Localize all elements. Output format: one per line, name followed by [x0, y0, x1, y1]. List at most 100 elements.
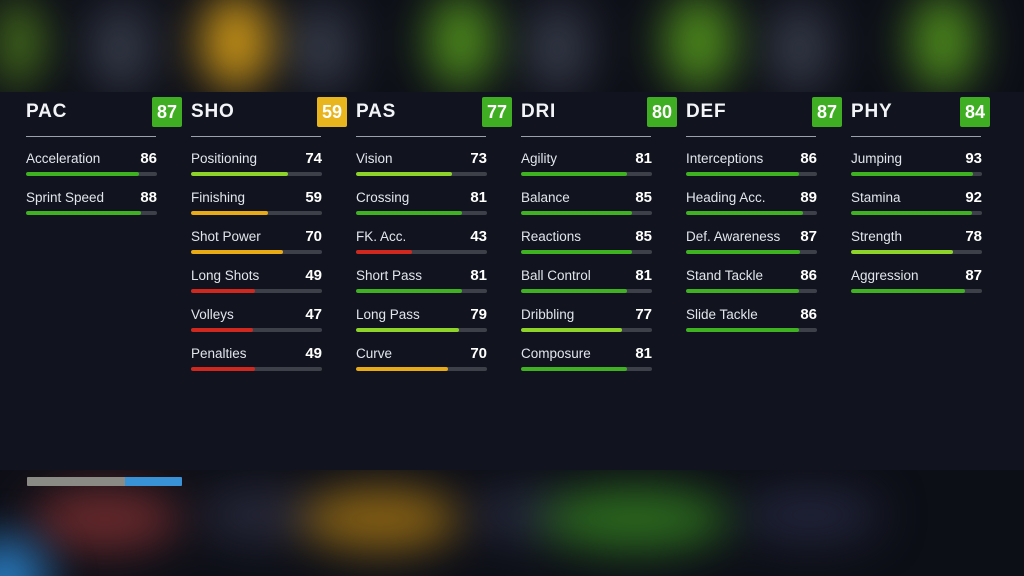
stat-row: Composure 81	[521, 345, 652, 371]
stat-line: Crossing 81	[356, 189, 487, 206]
background-blob	[428, 0, 494, 88]
stat-label: Aggression	[851, 268, 919, 283]
stat-label: Balance	[521, 190, 570, 205]
stat-bar-track	[521, 211, 652, 215]
column-name: PHY	[851, 101, 893, 122]
column-rating-badge: 87	[152, 97, 182, 127]
column-header: SHO 59	[191, 92, 356, 132]
stat-label: Volleys	[191, 307, 234, 322]
stat-label: Jumping	[851, 151, 903, 166]
stat-label: Slide Tackle	[686, 307, 758, 322]
stat-line: Positioning 74	[191, 150, 322, 167]
stat-label: Acceleration	[26, 151, 101, 166]
stat-bar-track	[851, 172, 982, 176]
stat-row: Interceptions 86	[686, 150, 817, 176]
stat-value: 81	[635, 267, 652, 284]
stat-line: Shot Power 70	[191, 228, 322, 245]
stat-row: Balance 85	[521, 189, 652, 215]
stat-bar-fill	[191, 211, 269, 215]
stat-bar-fill	[521, 250, 633, 254]
column-divider	[191, 136, 321, 137]
stat-bar-fill	[521, 289, 628, 293]
background-blur-top	[0, 0, 1024, 100]
stat-bar-fill	[521, 172, 628, 176]
stat-bar-fill	[851, 250, 954, 254]
attribute-column-def: DEF 87 Interceptions 86 Heading Acc. 89 Def. A…	[686, 92, 851, 470]
column-name: PAS	[356, 101, 397, 122]
stat-line: Aggression 87	[851, 267, 982, 284]
stat-bar-track	[26, 211, 157, 215]
background-blob	[200, 0, 272, 90]
stat-label: Ball Control	[521, 268, 591, 283]
stat-bar-track	[356, 172, 487, 176]
stat-value: 88	[140, 189, 157, 206]
stat-line: Vision 73	[356, 150, 487, 167]
stat-value: 43	[470, 228, 487, 245]
stat-label: Penalties	[191, 346, 247, 361]
background-blob	[910, 0, 976, 90]
attribute-column-phy: PHY 84 Jumping 93 Stamina 92 Strength 78 Aggress…	[851, 92, 1003, 470]
background-blob	[776, 12, 822, 86]
stat-label: FK. Acc.	[356, 229, 407, 244]
stat-bar-track	[521, 250, 652, 254]
stat-line: Penalties 49	[191, 345, 322, 362]
stat-label: Positioning	[191, 151, 258, 166]
stat-bar-track	[356, 328, 487, 332]
attribute-column-pas: PAS 77 Vision 73 Crossing 81 FK. Acc. 43 Short P…	[356, 92, 521, 470]
column-header: DEF 87	[686, 92, 851, 132]
background-blob	[740, 488, 880, 542]
stat-line: Def. Awareness 87	[686, 228, 817, 245]
stat-row: Def. Awareness 87	[686, 228, 817, 254]
background-glow	[0, 520, 80, 576]
stat-bar-fill	[191, 250, 283, 254]
stat-line: Long Pass 79	[356, 306, 487, 323]
stat-bar-track	[191, 367, 322, 371]
column-header: PAC 87	[26, 92, 191, 132]
stat-bar-track	[521, 328, 652, 332]
stat-bar-track	[191, 328, 322, 332]
stat-bar-fill	[686, 328, 799, 332]
stat-row: Finishing 59	[191, 189, 322, 215]
stat-value: 86	[800, 306, 817, 323]
stat-row: Sprint Speed 88	[26, 189, 157, 215]
stat-line: Heading Acc. 89	[686, 189, 817, 206]
stat-value: 81	[470, 267, 487, 284]
stat-bar-fill	[356, 250, 413, 254]
stat-line: Agility 81	[521, 150, 652, 167]
attribute-column-sho: SHO 59 Positioning 74 Finishing 59 Shot Power 7…	[191, 92, 356, 470]
stat-label: Stand Tackle	[686, 268, 764, 283]
stat-label: Curve	[356, 346, 393, 361]
stat-label: Composure	[521, 346, 591, 361]
stat-label: Short Pass	[356, 268, 423, 283]
horizontal-scrollbar[interactable]	[27, 477, 182, 486]
column-header: DRI 80	[521, 92, 686, 132]
stat-bar-fill	[686, 172, 799, 176]
stat-label: Strength	[851, 229, 903, 244]
stat-row: Dribbling 77	[521, 306, 652, 332]
scrollbar-thumb[interactable]	[124, 477, 182, 486]
stat-row: Ball Control 81	[521, 267, 652, 293]
stat-value: 89	[800, 189, 817, 206]
stat-bar-fill	[521, 367, 628, 371]
stat-value: 93	[965, 150, 982, 167]
stat-value: 49	[305, 267, 322, 284]
stat-bar-fill	[191, 367, 256, 371]
stat-line: Interceptions 86	[686, 150, 817, 167]
stat-bar-fill	[191, 328, 253, 332]
stat-bar-track	[26, 172, 157, 176]
stat-bar-fill	[686, 289, 799, 293]
background-blob	[298, 12, 344, 86]
column-divider	[851, 136, 981, 137]
stat-line: Short Pass 81	[356, 267, 487, 284]
stat-row: Reactions 85	[521, 228, 652, 254]
column-divider	[686, 136, 816, 137]
stat-value: 87	[965, 267, 982, 284]
stat-value: 47	[305, 306, 322, 323]
stat-label: Def. Awareness	[686, 229, 781, 244]
stat-line: FK. Acc. 43	[356, 228, 487, 245]
stat-value: 81	[635, 150, 652, 167]
stat-value: 74	[305, 150, 322, 167]
stat-line: Reactions 85	[521, 228, 652, 245]
stat-row: Stamina 92	[851, 189, 982, 215]
stat-bar-fill	[356, 367, 448, 371]
